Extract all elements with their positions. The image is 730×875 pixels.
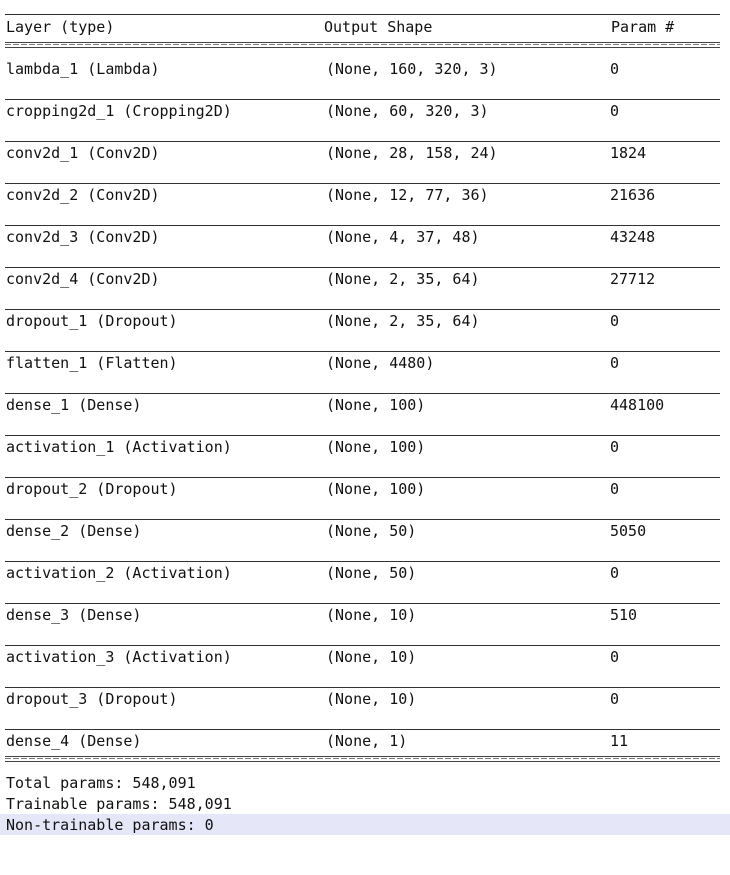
row-divider (5, 603, 720, 604)
layer-name-cell: flatten_1 (Flatten) (6, 354, 178, 372)
row-divider (5, 267, 720, 268)
param-count-cell: 11 (610, 732, 629, 750)
header-output-shape: Output Shape (324, 18, 433, 36)
row-divider (5, 99, 720, 100)
layer-name-cell: activation_1 (Activation) (6, 438, 232, 456)
table-row: activation_1 (Activation) (None, 100) 0 (0, 437, 730, 457)
row-divider (5, 519, 720, 520)
trainable-params-line: Trainable params: 548,091 (0, 794, 730, 814)
param-count-cell: 21636 (610, 186, 656, 204)
row-divider (5, 393, 720, 394)
trainable-params: Trainable params: 548,091 (6, 795, 232, 813)
output-shape-cell: (None, 12, 77, 36) (326, 186, 489, 204)
layer-name-cell: cropping2d_1 (Cropping2D) (6, 102, 232, 120)
header-layer: Layer (type) (6, 18, 115, 36)
param-count-cell: 1824 (610, 144, 647, 162)
param-count-cell: 510 (610, 606, 638, 624)
output-shape-cell: (None, 10) (326, 606, 417, 624)
table-row: dense_1 (Dense) (None, 100) 448100 (0, 395, 730, 415)
row-divider (5, 435, 720, 436)
output-shape-cell: (None, 4, 37, 48) (326, 228, 480, 246)
table-row: dropout_3 (Dropout) (None, 10) 0 (0, 689, 730, 709)
output-shape-cell: (None, 1) (326, 732, 408, 750)
table-row: conv2d_2 (Conv2D) (None, 12, 77, 36) 21636 (0, 185, 730, 205)
non-trainable-params-line: Non-trainable params: 0 (0, 815, 730, 835)
param-count-cell: 0 (610, 438, 620, 456)
row-divider (5, 141, 720, 142)
row-divider (5, 183, 720, 184)
output-shape-cell: (None, 100) (326, 396, 426, 414)
output-shape-cell: (None, 28, 158, 24) (326, 144, 498, 162)
param-count-cell: 0 (610, 354, 620, 372)
layer-name-cell: conv2d_2 (Conv2D) (6, 186, 160, 204)
non-trainable-params: Non-trainable params: 0 (6, 816, 214, 834)
param-count-cell: 27712 (610, 270, 656, 288)
row-divider (5, 687, 720, 688)
layer-name-cell: activation_3 (Activation) (6, 648, 232, 666)
table-header: Layer (type) Output Shape Param # (0, 17, 730, 37)
row-divider (5, 477, 720, 478)
output-shape-cell: (None, 2, 35, 64) (326, 270, 480, 288)
layer-name-cell: conv2d_3 (Conv2D) (6, 228, 160, 246)
row-divider (5, 645, 720, 646)
table-row: dense_4 (Dense) (None, 1) 11 (0, 731, 730, 751)
param-count-cell: 0 (610, 564, 620, 582)
top-divider (5, 14, 720, 15)
row-divider (5, 729, 720, 730)
table-row: dense_2 (Dense) (None, 50) 5050 (0, 521, 730, 541)
layer-name-cell: lambda_1 (Lambda) (6, 60, 160, 78)
table-row: conv2d_3 (Conv2D) (None, 4, 37, 48) 43248 (0, 227, 730, 247)
layer-name-cell: dense_1 (Dense) (6, 396, 142, 414)
table-row: activation_3 (Activation) (None, 10) 0 (0, 647, 730, 667)
layer-name-cell: dense_4 (Dense) (6, 732, 142, 750)
param-count-cell: 0 (610, 690, 620, 708)
table-row: lambda_1 (Lambda) (None, 160, 320, 3) 0 (0, 59, 730, 79)
layer-name-cell: conv2d_4 (Conv2D) (6, 270, 160, 288)
layer-name-cell: dropout_1 (Dropout) (6, 312, 178, 330)
table-row: activation_2 (Activation) (None, 50) 0 (0, 563, 730, 583)
table-row: conv2d_1 (Conv2D) (None, 28, 158, 24) 1824 (0, 143, 730, 163)
output-shape-cell: (None, 160, 320, 3) (326, 60, 498, 78)
layer-name-cell: dropout_2 (Dropout) (6, 480, 178, 498)
output-shape-cell: (None, 50) (326, 564, 417, 582)
footer-double-divider (5, 756, 720, 762)
output-shape-cell: (None, 10) (326, 648, 417, 666)
layer-name-cell: conv2d_1 (Conv2D) (6, 144, 160, 162)
output-shape-cell: (None, 2, 35, 64) (326, 312, 480, 330)
layer-name-cell: activation_2 (Activation) (6, 564, 232, 582)
output-shape-cell: (None, 10) (326, 690, 417, 708)
param-count-cell: 43248 (610, 228, 656, 246)
table-row: conv2d_4 (Conv2D) (None, 2, 35, 64) 27712 (0, 269, 730, 289)
output-shape-cell: (None, 100) (326, 438, 426, 456)
total-params: Total params: 548,091 (6, 774, 196, 792)
output-shape-cell: (None, 100) (326, 480, 426, 498)
param-count-cell: 0 (610, 60, 620, 78)
layer-name-cell: dropout_3 (Dropout) (6, 690, 178, 708)
table-row: cropping2d_1 (Cropping2D) (None, 60, 320,… (0, 101, 730, 121)
param-count-cell: 0 (610, 312, 620, 330)
param-count-cell: 448100 (610, 396, 665, 414)
layer-name-cell: dense_3 (Dense) (6, 606, 142, 624)
row-divider (5, 309, 720, 310)
row-divider (5, 225, 720, 226)
header-param-count: Param # (611, 18, 675, 36)
table-row: dropout_1 (Dropout) (None, 2, 35, 64) 0 (0, 311, 730, 331)
output-shape-cell: (None, 60, 320, 3) (326, 102, 489, 120)
param-count-cell: 0 (610, 480, 620, 498)
table-row: dense_3 (Dense) (None, 10) 510 (0, 605, 730, 625)
param-count-cell: 0 (610, 648, 620, 666)
output-shape-cell: (None, 50) (326, 522, 417, 540)
output-shape-cell: (None, 4480) (326, 354, 435, 372)
row-divider (5, 351, 720, 352)
header-double-divider (5, 42, 720, 48)
table-row: flatten_1 (Flatten) (None, 4480) 0 (0, 353, 730, 373)
layer-name-cell: dense_2 (Dense) (6, 522, 142, 540)
table-row: dropout_2 (Dropout) (None, 100) 0 (0, 479, 730, 499)
row-divider (5, 561, 720, 562)
param-count-cell: 0 (610, 102, 620, 120)
total-params-line: Total params: 548,091 (0, 773, 730, 793)
param-count-cell: 5050 (610, 522, 647, 540)
